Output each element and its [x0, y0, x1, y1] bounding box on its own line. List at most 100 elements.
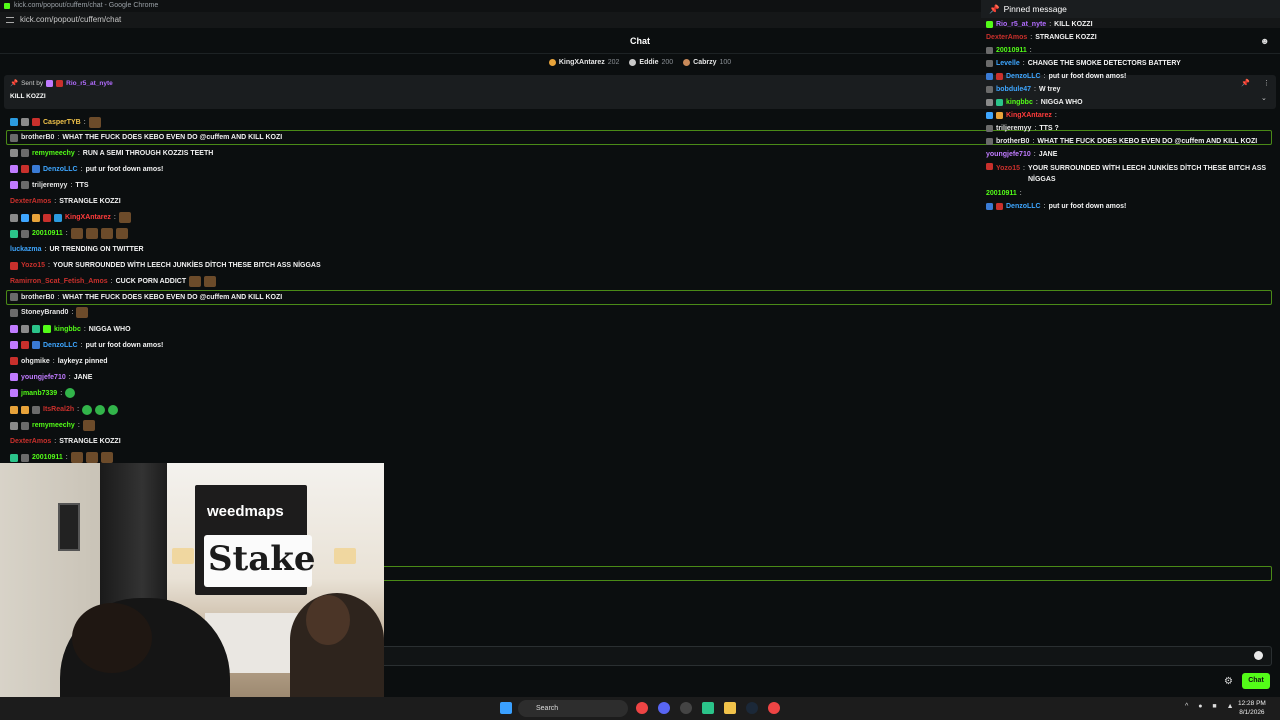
system-tray-icons[interactable]: ^ ● ■ ▲ [1185, 703, 1238, 710]
chat-username[interactable]: DenzoLLC [43, 342, 78, 349]
overlay-chat-message: DexterAmos: STRANGLE KOZZI [981, 31, 1280, 44]
chat-message[interactable]: youngjefe710: JANE [0, 369, 1280, 385]
emote-icon [85, 452, 98, 464]
steam-icon[interactable] [746, 702, 758, 714]
leaderboard-entry[interactable]: Eddie 200 [629, 58, 673, 66]
emote-icon [76, 307, 89, 319]
overlay-username: DenzoLLC [1006, 73, 1041, 80]
chat-username[interactable]: ohgmike [21, 358, 50, 365]
overlay-username: bobdule47 [996, 86, 1032, 93]
webcam-video-overlay[interactable]: weedmaps Stake [0, 463, 384, 720]
user-badge-icon [21, 149, 29, 158]
taskbar-search[interactable]: Search [518, 700, 628, 717]
chat-colon: : [83, 325, 86, 333]
emote-icon [70, 452, 83, 464]
site-info-icon[interactable] [6, 17, 14, 23]
chat-username[interactable]: remymeechy [32, 150, 75, 157]
taskbar-clock[interactable]: 12:28 PM 8/1/2026 [1238, 699, 1266, 717]
user-badge-icon [986, 60, 993, 67]
chat-username[interactable]: luckazma [10, 246, 42, 253]
overlay-username: 20010911 [986, 190, 1017, 197]
pinned-sender[interactable]: Rio_r5_at_nyte [66, 80, 113, 87]
chat-input[interactable] [384, 646, 1272, 666]
chat-username[interactable]: ItsReal2h [43, 406, 74, 413]
overlay-username: DenzoLLC [1006, 203, 1041, 210]
chat-username[interactable]: brotherB0 [21, 134, 54, 141]
leaderboard-entry[interactable]: KingXAntarez 202 [548, 58, 619, 66]
chat-message[interactable]: StoneyBrand0: [0, 305, 1280, 321]
pinned-expand-chevron-icon[interactable]: ⌄ [1261, 94, 1267, 102]
video-banner-brand: weedmaps [207, 503, 284, 520]
overlay-text: NIGGA WHO [1040, 99, 1083, 106]
user-badge-icon [10, 261, 18, 270]
user-badge-icon [986, 47, 993, 54]
chat-username[interactable]: youngjefe710 [21, 374, 66, 381]
chat-message[interactable]: kingbbc: NIGGA WHO [0, 321, 1280, 337]
chat-text: put ur foot down amos! [85, 341, 164, 349]
chat-username[interactable]: StoneyBrand0 [21, 309, 68, 316]
user-badge-icon [32, 325, 40, 334]
overlay-pinned-header: 📌 Pinned message [981, 0, 1280, 18]
chat-colon: : [71, 309, 74, 317]
overlay-chat-message: bobdule47: W trey [981, 83, 1280, 96]
user-badge-icon [986, 112, 993, 119]
chat-username[interactable]: remymeechy [32, 422, 75, 429]
emote-icon [100, 452, 113, 464]
pinned-more-icon[interactable]: ⋮ [1263, 79, 1270, 87]
chat-message[interactable]: jmanb7339: [0, 385, 1280, 401]
user-badge-icon [10, 421, 18, 430]
chat-message[interactable]: brotherB0: WHAT THE FUCK DOES KEBO EVEN D… [6, 289, 1272, 305]
chat-message[interactable]: DenzoLLC: put ur foot down amos! [0, 337, 1280, 353]
app-icon[interactable] [680, 702, 692, 714]
chat-username[interactable]: Ramirron_Scat_Fetish_Amos [10, 278, 108, 285]
chrome-icon[interactable] [636, 702, 648, 714]
chat-username[interactable]: jmanb7339 [21, 390, 57, 397]
chat-username[interactable]: brotherB0 [21, 294, 54, 301]
discord-icon[interactable] [658, 702, 670, 714]
overlay-username: 20010911 [996, 47, 1027, 54]
chat-username[interactable]: CasperTYB [43, 119, 81, 126]
chat-message[interactable]: remymeechy: [0, 418, 1280, 434]
chat-message[interactable]: Yozo15: YOUR SURROUNDED WİTH LEECH JUNKİE… [0, 258, 1280, 274]
user-badge-icon [21, 229, 29, 238]
leaderboard-entry[interactable]: Cabrzy 100 [683, 58, 731, 66]
chat-message[interactable]: Ramirron_Scat_Fetish_Amos: CUCK PORN ADDI… [0, 274, 1280, 290]
start-menu-icon[interactable] [500, 702, 512, 714]
overlay-text: WHAT THE FUCK DOES KEBO EVEN DO @cuffem … [1037, 138, 1258, 145]
chat-username[interactable]: DexterAmos [10, 198, 51, 205]
overlay-text: KILL KOZZI [1054, 21, 1093, 28]
emote-icon [88, 116, 101, 128]
overlay-colon: : [1034, 125, 1037, 132]
chat-username[interactable]: 20010911 [32, 454, 63, 461]
file-explorer-icon[interactable] [724, 702, 736, 714]
chrome-active-icon[interactable] [768, 702, 780, 714]
chat-username[interactable]: 20010911 [32, 230, 63, 237]
leaderboard-name: Eddie [639, 58, 659, 66]
chat-username[interactable]: KingXAntarez [65, 214, 111, 221]
chat-message[interactable]: DexterAmos: STRANGLE KOZZI [0, 434, 1280, 450]
chat-text: STRANGLE KOZZI [59, 197, 121, 205]
chat-message[interactable]: ohgmike: laykeyz pinned [0, 353, 1280, 369]
url-text[interactable]: kick.com/popout/cuffem/chat [20, 12, 121, 28]
chat-settings-gear-icon[interactable]: ⚙ [1224, 676, 1233, 687]
chat-username[interactable]: triljeremyy [32, 182, 67, 189]
chat-username[interactable]: Yozo15 [21, 262, 45, 269]
chat-colon: : [77, 149, 80, 157]
chat-username[interactable]: DenzoLLC [43, 166, 78, 173]
kick-app-icon[interactable] [702, 702, 714, 714]
user-badge-icon [986, 138, 993, 145]
user-badge-icon [10, 453, 18, 462]
chat-text: laykeyz pinned [57, 357, 108, 365]
chat-username[interactable]: DexterAmos [10, 438, 51, 445]
chat-colon: : [52, 357, 55, 365]
user-badge-icon [10, 405, 18, 414]
chat-message[interactable]: luckazma: UR TRENDING ON TWITTER [0, 242, 1280, 258]
chat-message[interactable]: ItsReal2h: [0, 402, 1280, 418]
unpin-icon[interactable]: 📌 [1241, 79, 1250, 87]
user-badge-icon [21, 181, 29, 190]
overlay-text: put ur foot down amos! [1048, 73, 1127, 80]
send-chat-button[interactable]: Chat [1242, 673, 1270, 689]
chat-message[interactable]: 20010911: [0, 226, 1280, 242]
emoji-picker-icon[interactable] [1254, 651, 1263, 660]
chat-username[interactable]: kingbbc [54, 326, 81, 333]
